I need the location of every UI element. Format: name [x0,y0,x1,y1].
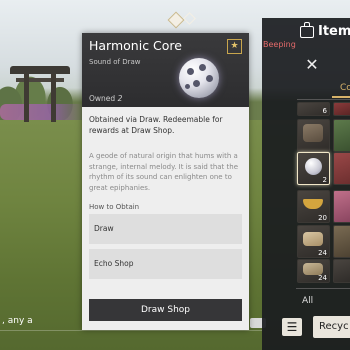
item-detail-card: Harmonic Core Sound of Draw Owned 2 ★ Ob… [82,33,249,330]
harmonic-core-image [179,58,219,98]
sort-filter-button[interactable]: ☰ [282,318,302,336]
gate-structure [10,66,70,122]
item-slot[interactable] [333,259,350,283]
filter-divider [296,288,350,289]
item-name: Harmonic Core [89,38,182,53]
filter-all[interactable]: All [302,296,313,306]
scene-caption: , any a [2,316,33,326]
star-icon: ★ [230,41,239,51]
draw-shop-button[interactable]: Draw Shop [89,299,242,321]
item-slot[interactable] [333,102,350,116]
inventory-title: Item [318,24,350,39]
source-echo-shop[interactable]: Echo Shop [89,249,242,279]
item-slot[interactable] [333,119,350,152]
card-header: Harmonic Core Sound of Draw Owned 2 ★ [82,33,249,107]
item-slot[interactable]: 6 [297,102,330,116]
sort-filter-icon: ☰ [286,320,298,334]
map-hint-text: Beeping [263,40,296,49]
item-subtitle: Sound of Draw [89,58,141,66]
bag-icon [300,21,314,38]
item-slot[interactable]: 20 [297,190,330,223]
tab-divider [297,99,350,100]
item-slot[interactable] [333,152,350,185]
favorite-button[interactable]: ★ [227,39,242,54]
how-to-obtain-heading: How to Obtain [89,203,140,211]
item-slot[interactable] [333,225,350,258]
item-slot[interactable] [297,119,330,152]
item-description: Obtained via Draw. Redeemable for reward… [89,115,223,135]
scene-divider [0,330,262,331]
item-slot[interactable] [333,190,350,223]
item-slot[interactable]: 24 [297,259,330,283]
recycle-button[interactable]: Recyc [313,316,350,338]
item-slot[interactable]: 24 [297,225,330,258]
item-lore: A geode of natural origin that hums with… [89,152,238,192]
tab-category[interactable]: Co [332,80,350,98]
inventory-header: Item [300,21,350,39]
owned-count: Owned 2 [89,94,123,103]
crossed-tools-icon[interactable]: ✕ [301,54,323,76]
source-draw[interactable]: Draw [89,214,242,244]
item-slot-selected[interactable]: 2 [297,152,330,185]
